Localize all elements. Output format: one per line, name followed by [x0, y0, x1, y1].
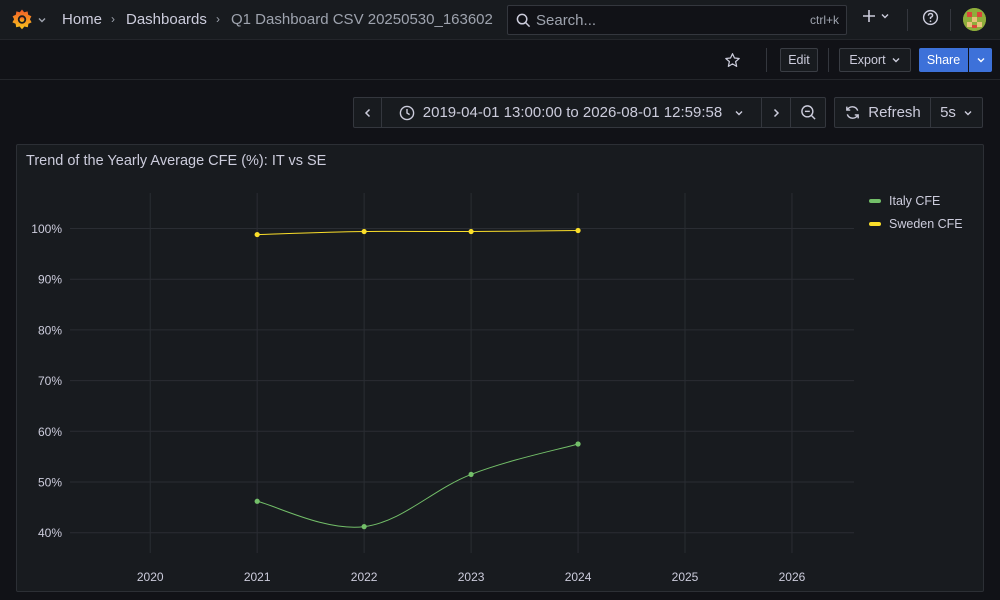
series-line-italy: [257, 443, 579, 528]
x-tick-label: 2025: [672, 570, 699, 584]
share-button[interactable]: Share: [919, 48, 968, 72]
time-range-picker[interactable]: 2019-04-01 13:00:00 to 2026-08-01 12:59:…: [381, 97, 762, 128]
search-input[interactable]: Search... ctrl+k: [507, 5, 847, 35]
chevron-down-icon: [964, 110, 972, 115]
breadcrumb-home[interactable]: Home: [62, 11, 102, 29]
chevron-down-icon: [735, 110, 743, 115]
y-tick-label: 60%: [38, 425, 62, 439]
chevron-down-icon: [892, 58, 900, 63]
data-point: [575, 441, 581, 447]
export-button-label: Export: [849, 53, 886, 67]
chevron-right-icon: [773, 108, 780, 117]
data-point: [254, 498, 260, 504]
plus-icon: [863, 10, 875, 22]
edit-button[interactable]: Edit: [780, 48, 818, 72]
chevron-down-icon: [977, 58, 984, 63]
y-tick-label: 40%: [38, 526, 62, 540]
legend-swatch: [869, 221, 881, 226]
chart-legend: Italy CFE Sweden CFE: [869, 189, 963, 235]
divider: [828, 48, 829, 72]
search-shortcut-hint: ctrl+k: [809, 13, 839, 27]
share-menu-button[interactable]: [969, 48, 992, 72]
star-icon: [725, 53, 740, 67]
grafana-menu-button[interactable]: [10, 7, 48, 33]
chart-panel: Trend of the Yearly Average CFE (%): IT …: [16, 144, 984, 592]
legend-item-sweden[interactable]: Sweden CFE: [869, 212, 963, 235]
zoom-out-icon: [800, 105, 816, 120]
chevron-down-icon: [881, 14, 889, 19]
user-avatar-icon: [963, 8, 986, 31]
help-icon: [922, 9, 939, 26]
x-tick-label: 2023: [458, 570, 485, 584]
y-tick-label: 90%: [38, 273, 62, 287]
avatar[interactable]: [963, 8, 986, 31]
chevron-left-icon: [364, 108, 370, 117]
search-placeholder: Search...: [536, 12, 597, 29]
data-point: [254, 231, 260, 238]
refresh-interval-value: 5s: [940, 104, 956, 121]
y-tick-label: 100%: [31, 222, 62, 236]
series-line-sweden: [257, 230, 579, 236]
data-point: [575, 227, 581, 234]
data-point: [468, 228, 474, 235]
clock-icon: [399, 105, 415, 120]
refresh-button[interactable]: Refresh: [834, 97, 931, 128]
divider: [950, 9, 951, 31]
refresh-label: Refresh: [868, 104, 921, 121]
breadcrumb-separator: ›: [111, 12, 115, 26]
y-tick-label: 70%: [38, 374, 62, 388]
time-shift-back-button[interactable]: [353, 97, 382, 128]
top-nav-bar: Home › Dashboards › Q1 Dashboard CSV 202…: [0, 0, 1000, 40]
x-tick-label: 2024: [565, 570, 592, 584]
time-shift-forward-button[interactable]: [761, 97, 791, 128]
refresh-icon: [846, 106, 860, 119]
legend-label: Sweden CFE: [889, 216, 963, 231]
time-range-label: 2019-04-01 13:00:00 to 2026-08-01 12:59:…: [422, 104, 723, 121]
x-tick-label: 2020: [137, 570, 164, 584]
line-chart: 40% 50% 60% 70% 80% 90% 100% 2020 2021 2022 2023 20…: [31, 193, 854, 584]
y-tick-label: 80%: [38, 323, 62, 337]
x-tick-label: 2021: [244, 570, 271, 584]
divider: [766, 48, 767, 72]
dashboard-toolbar: Edit Export Share: [0, 40, 1000, 80]
refresh-interval-picker[interactable]: 5s: [930, 97, 983, 128]
divider: [907, 9, 908, 31]
legend-item-italy[interactable]: Italy CFE: [869, 189, 963, 212]
star-button[interactable]: [724, 52, 741, 69]
breadcrumb-current-dashboard: Q1 Dashboard CSV 20250530_163602: [231, 11, 493, 28]
data-point: [361, 524, 367, 530]
legend-swatch: [869, 198, 881, 203]
chevron-down-icon: [38, 18, 46, 23]
breadcrumb-separator: ›: [216, 12, 220, 26]
x-tick-label: 2026: [779, 570, 806, 584]
export-button[interactable]: Export: [839, 48, 911, 72]
grafana-logo-icon: [12, 9, 32, 30]
data-point: [468, 471, 474, 478]
help-button[interactable]: [922, 9, 939, 26]
data-point: [361, 228, 367, 235]
share-button-label: Share: [926, 53, 961, 67]
edit-button-label: Edit: [788, 53, 810, 67]
breadcrumb-dashboards[interactable]: Dashboards: [126, 11, 207, 29]
search-icon: [516, 13, 531, 28]
new-menu-button[interactable]: [862, 9, 890, 23]
zoom-out-button[interactable]: [790, 97, 826, 128]
y-tick-label: 50%: [38, 476, 62, 490]
legend-label: Italy CFE: [889, 193, 941, 208]
x-tick-label: 2022: [351, 570, 378, 584]
